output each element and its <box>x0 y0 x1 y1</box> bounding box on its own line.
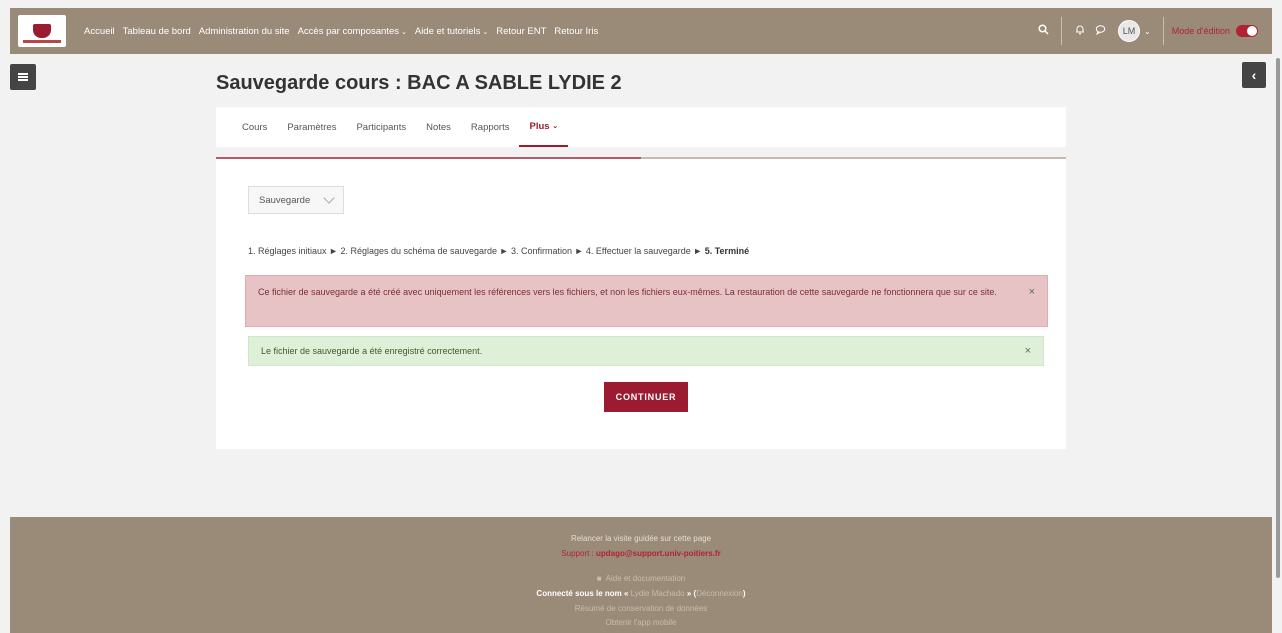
university-logo[interactable] <box>18 15 66 47</box>
backup-action-select[interactable]: Sauvegarde <box>248 186 344 214</box>
footer-logout-link[interactable]: Déconnexion <box>696 589 743 598</box>
footer-support-label: Support : <box>561 549 596 558</box>
alert-success: Le fichier de sauvegarde a été enregistr… <box>248 336 1044 366</box>
footer-tour-link[interactable]: Relancer la visite guidée sur cette page <box>10 534 1272 543</box>
nav-link-retour-iris[interactable]: Retour Iris <box>554 26 598 37</box>
avatar[interactable]: LM <box>1118 20 1141 42</box>
nav-link-retour-ent[interactable]: Retour ENT <box>496 26 546 37</box>
nav-link-aide-tutoriels-label: Aide et tutoriels <box>414 25 481 37</box>
tab-notes[interactable]: Notes <box>426 107 451 147</box>
steps-previous: 1. Réglages initiaux ► 2. Réglages du sc… <box>248 246 705 256</box>
chat-icon[interactable] <box>1090 24 1110 38</box>
close-icon[interactable]: × <box>1029 284 1035 318</box>
nav-drawer-button[interactable] <box>10 64 36 90</box>
book-icon: ■ <box>596 574 602 583</box>
nav-link-acces-composantes[interactable]: Accès par composantes ⌄ <box>298 26 407 37</box>
chevron-down-icon[interactable]: ⌄ <box>1144 27 1151 36</box>
nav-divider <box>1061 17 1063 45</box>
page-scrollbar[interactable] <box>1276 58 1280 578</box>
backup-progress-steps: 1. Réglages initiaux ► 2. Réglages du sc… <box>248 246 749 256</box>
footer-connected-label: Connecté sous le nom « <box>536 589 631 598</box>
nav-link-administration[interactable]: Administration du site <box>199 26 290 37</box>
nav-right-area: LM ⌄ Mode d'édition <box>1033 8 1272 54</box>
tab-plus-label: Plus <box>529 120 550 132</box>
tab-cours[interactable]: Cours <box>242 107 267 147</box>
chevron-down-icon: ⌄ <box>400 28 407 36</box>
bell-icon[interactable] <box>1070 24 1090 38</box>
nav-divider <box>1162 17 1164 45</box>
edit-mode-label: Mode d'édition <box>1171 26 1230 36</box>
footer-support: Support : updago@support.univ-poitiers.f… <box>10 549 1272 558</box>
top-navbar: Accueil Tableau de bord Administration d… <box>10 8 1272 54</box>
footer-user-name[interactable]: Lydie Machado <box>631 589 685 598</box>
main-nav: Accueil Tableau de bord Administration d… <box>84 26 606 37</box>
page-title: Sauvegarde cours : BAC A SABLE LYDIE 2 <box>216 72 622 94</box>
tab-rapports[interactable]: Rapports <box>471 107 510 147</box>
footer-connected-suffix: ) <box>742 589 746 598</box>
menu-icon <box>18 73 28 81</box>
footer-connected-mid: » ( <box>684 589 697 598</box>
alert-danger: Ce fichier de sauvegarde a été créé avec… <box>245 275 1048 327</box>
alert-success-message: Le fichier de sauvegarde a été enregistr… <box>261 346 483 356</box>
nav-link-accueil[interactable]: Accueil <box>84 26 115 37</box>
edit-mode-toggle[interactable] <box>1236 25 1258 37</box>
steps-current: 5. Terminé <box>704 246 750 256</box>
close-icon[interactable]: × <box>1025 343 1031 359</box>
backup-action-select-value: Sauvegarde <box>259 194 311 206</box>
nav-link-acces-composantes-label: Accès par composantes <box>297 25 399 37</box>
university-seal-icon <box>23 24 61 43</box>
tab-parametres[interactable]: Paramètres <box>287 107 336 147</box>
footer-support-email[interactable]: updago@support.univ-poitiers.fr <box>596 549 721 558</box>
footer-data-retention-link[interactable]: Résumé de conservation de données <box>10 604 1272 613</box>
continue-button[interactable]: CONTINUER <box>604 382 688 412</box>
main-content-card: Sauvegarde 1. Réglages initiaux ► 2. Rég… <box>216 159 1066 449</box>
footer-mobile-app-link[interactable]: Obtenir l'app mobile <box>10 618 1272 627</box>
page-footer: Relancer la visite guidée sur cette page… <box>10 517 1272 633</box>
chevron-down-icon: ⌄ <box>552 123 559 130</box>
chevron-left-icon: ‹ <box>1251 67 1257 83</box>
nav-link-aide-tutoriels[interactable]: Aide et tutoriels ⌄ <box>415 26 488 37</box>
chevron-down-icon <box>323 192 335 204</box>
alert-danger-message: Ce fichier de sauvegarde a été créé avec… <box>258 287 997 297</box>
tab-participants[interactable]: Participants <box>356 107 406 147</box>
footer-login-info: Connecté sous le nom « Lydie Machado » (… <box>10 589 1272 598</box>
tab-plus[interactable]: Plus ⌄ <box>519 107 569 147</box>
footer-help-label: Aide et documentation <box>605 574 686 583</box>
search-icon[interactable] <box>1033 24 1053 38</box>
secondary-navigation: Cours Paramètres Participants Notes Rapp… <box>216 107 1066 147</box>
nav-link-tableau-de-bord[interactable]: Tableau de bord <box>123 26 191 37</box>
chevron-down-icon: ⌄ <box>482 28 489 36</box>
blocks-drawer-button[interactable]: ‹ <box>1242 62 1266 88</box>
footer-help[interactable]: ■ Aide et documentation <box>10 574 1272 583</box>
